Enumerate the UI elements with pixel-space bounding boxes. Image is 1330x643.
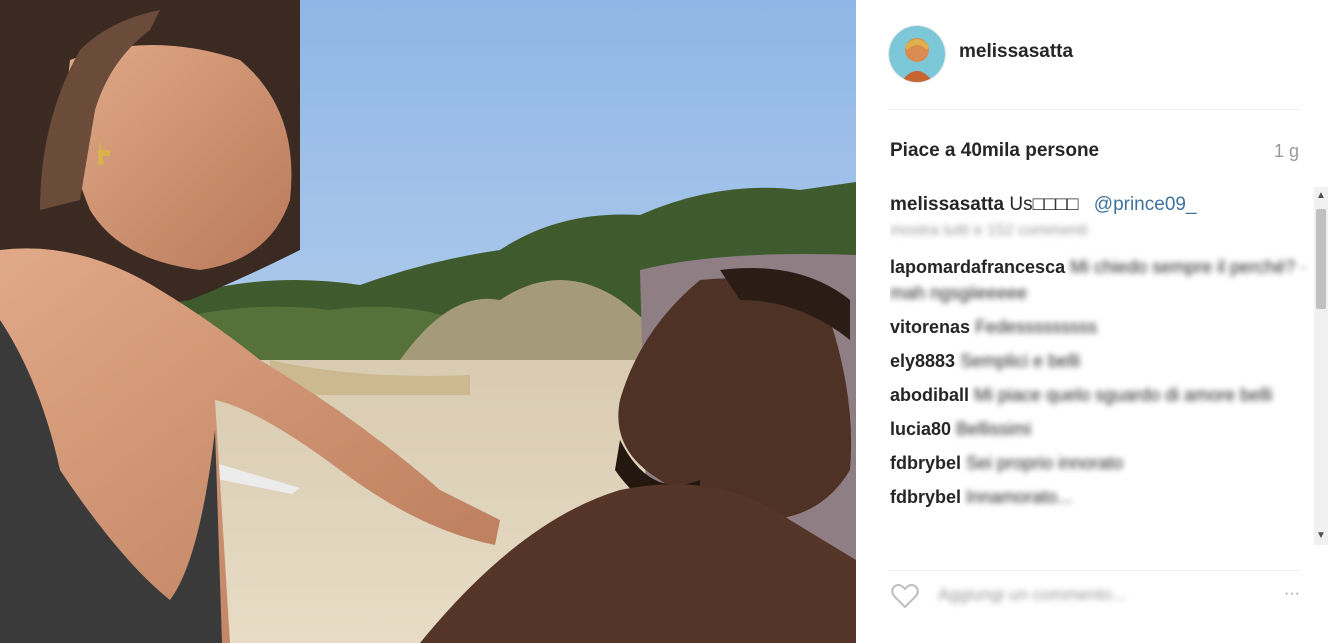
scrollbar-thumb[interactable] bbox=[1316, 209, 1326, 309]
comment-text: Semplici e belli bbox=[960, 351, 1081, 371]
comment-composer: Aggiungi un commento... ··· bbox=[888, 570, 1300, 619]
comment-username[interactable]: lucia80 bbox=[890, 419, 951, 439]
post-header: melissasatta bbox=[888, 25, 1300, 110]
comment-item: abodiball Mi piace quelo sguardo di amor… bbox=[890, 382, 1310, 408]
scroll-up-icon[interactable]: ▲ bbox=[1314, 189, 1328, 203]
comment-username[interactable]: lapomardafrancesca bbox=[890, 257, 1065, 277]
caption-username[interactable]: melissasatta bbox=[890, 194, 1004, 215]
comment-text: Innamorato... bbox=[966, 487, 1073, 507]
likes-count[interactable]: Piace a 40mila persone bbox=[890, 140, 1099, 162]
comment-input[interactable]: Aggiungi un commento... bbox=[938, 585, 1126, 605]
post-photo[interactable] bbox=[0, 0, 856, 643]
post-sidebar: melissasatta Piace a 40mila persone 1 g … bbox=[856, 0, 1330, 643]
comment-item: ely8883 Semplici e belli bbox=[890, 348, 1310, 374]
comment-text: Fedesssssssss bbox=[975, 317, 1098, 337]
username[interactable]: melissasatta bbox=[959, 41, 1073, 63]
more-icon[interactable]: ··· bbox=[1284, 585, 1300, 603]
comment-text: Sei proprio innorato bbox=[966, 453, 1124, 473]
comments-scrollbar[interactable]: ▲ ▼ bbox=[1314, 187, 1328, 545]
post-time: 1 g bbox=[1274, 141, 1300, 161]
load-more-comments[interactable]: mostra tutti e 152 commenti bbox=[890, 222, 1310, 246]
comment-username[interactable]: fdbrybel bbox=[890, 453, 961, 473]
comment-item: lapomardafrancesca Mi chiedo sempre il p… bbox=[890, 254, 1310, 306]
comment-username[interactable]: fdbrybel bbox=[890, 487, 961, 507]
comments-list: melissasatta Us□□□□ @prince09_ mostra tu… bbox=[890, 192, 1310, 544]
comment-item: fdbrybel Innamorato... bbox=[890, 484, 1310, 510]
comment-username[interactable]: ely8883 bbox=[890, 351, 955, 371]
comment-text: Mi piace quelo sguardo di amore belli bbox=[974, 385, 1273, 405]
comment-item: vitorenas Fedesssssssss bbox=[890, 314, 1310, 340]
comment-username[interactable]: abodiball bbox=[890, 385, 969, 405]
scroll-down-icon[interactable]: ▼ bbox=[1314, 529, 1328, 543]
heart-icon[interactable] bbox=[890, 581, 920, 611]
caption-mention[interactable]: @prince09_ bbox=[1094, 194, 1197, 215]
comment-text: Bellissimi bbox=[956, 419, 1032, 439]
caption-text: Us□□□□ bbox=[1009, 194, 1079, 215]
avatar[interactable] bbox=[888, 25, 946, 83]
caption: melissasatta Us□□□□ @prince09_ bbox=[890, 192, 1310, 218]
comment-username[interactable]: vitorenas bbox=[890, 317, 970, 337]
comment-item: lucia80 Bellissimi bbox=[890, 416, 1310, 442]
comment-item: fdbrybel Sei proprio innorato bbox=[890, 450, 1310, 476]
